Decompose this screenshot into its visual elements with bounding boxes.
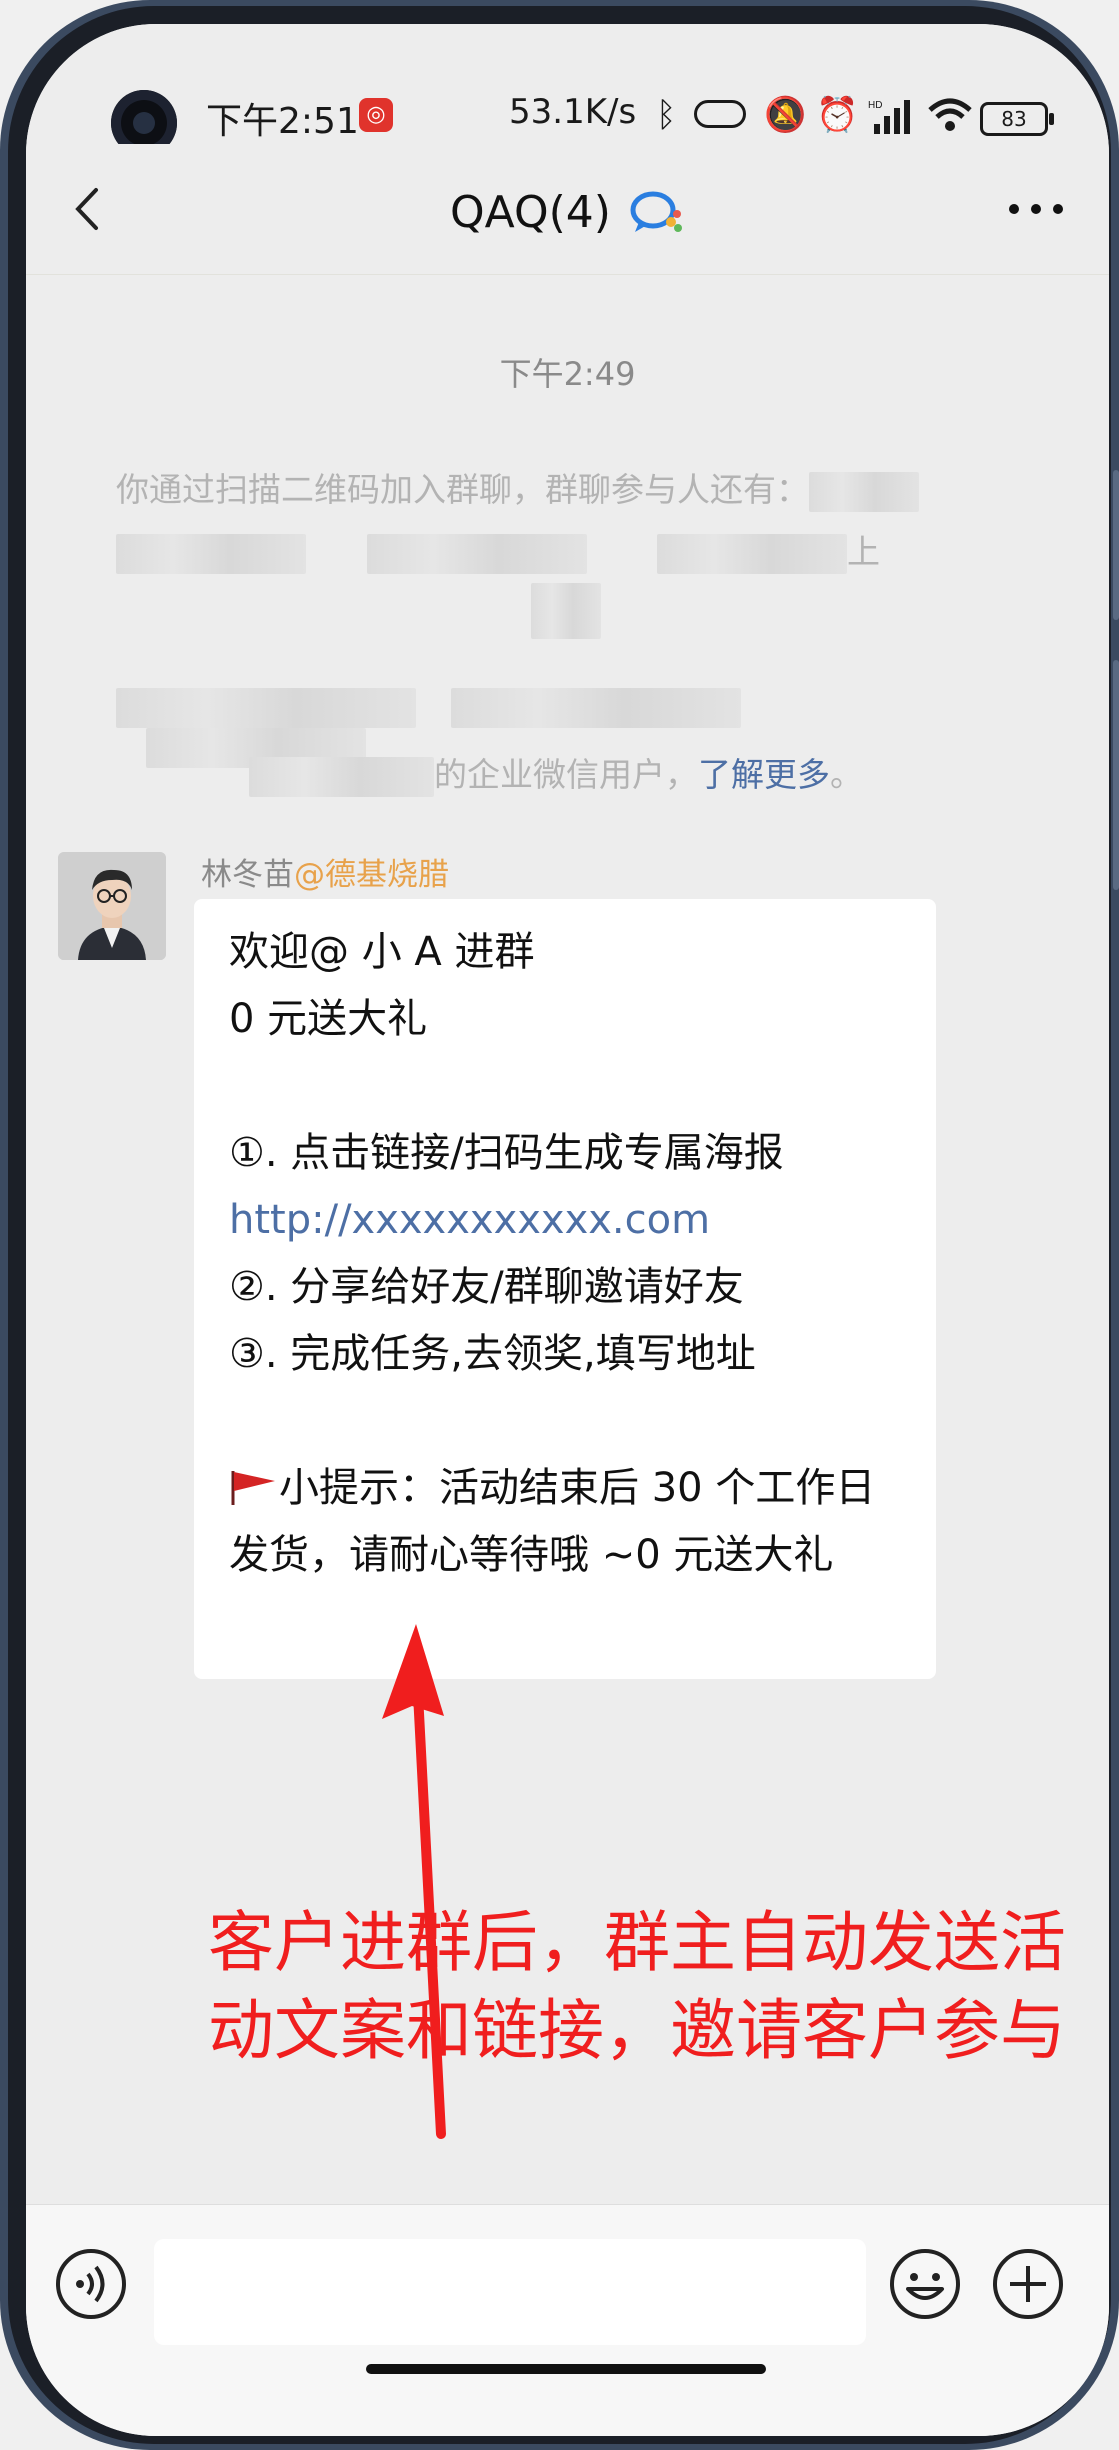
redacted-name [809, 471, 919, 512]
message-line: ③. 完成任务,去领奖,填写地址 [229, 1331, 756, 1377]
status-bar: 下午2:51 ◎ 53.1K/s ᛒ 🔕 ⏰ HD 83 [26, 24, 1109, 156]
avatar-image [58, 852, 166, 960]
system-message-text: 你通过扫描二维码加入群聊，群聊参与人还有： [116, 470, 809, 509]
screen: 下午2:51 ◎ 53.1K/s ᛒ 🔕 ⏰ HD 83 QAQ(4) 下午2:… [26, 24, 1109, 2436]
system-message-text: 的企业微信用户， [434, 755, 698, 794]
annotation-text: 客户进群后，群主自动发送活 动文案和链接，邀请客户参与 [208, 1899, 1088, 2075]
message-bubble[interactable]: 欢迎@ 小 A 进群 0 元送大礼 ①. 点击链接/扫码生成专属海报 http:… [194, 899, 936, 1679]
redacted-name [531, 583, 601, 639]
chat-title: QAQ(4) [450, 186, 611, 238]
volume-button [1113, 470, 1119, 620]
redacted-name [116, 533, 306, 574]
wecom-icon[interactable] [627, 186, 685, 238]
plus-icon[interactable] [991, 2247, 1065, 2321]
message-tip: 小提示：活动结束后 30 个工作日发货，请耐心等待哦 ~0 元送大礼 [229, 1465, 876, 1578]
bluetooth-icon: ᛒ [656, 95, 677, 135]
system-message-footer: 的企业微信用户，了解更多。 [116, 748, 996, 797]
emoji-icon[interactable] [888, 2247, 962, 2321]
redacted-name [366, 533, 587, 574]
status-time: 下午2:51 [206, 101, 359, 142]
message-text: 欢迎@ 小 A 进群 0 元送大礼 ①. 点击链接/扫码生成专属海报 http:… [229, 919, 909, 1589]
wifi-icon [928, 98, 972, 131]
alarm-icon: ⏰ [816, 95, 859, 135]
message-line: ②. 分享给好友/群聊邀请好友 [229, 1264, 744, 1310]
redacted-name [116, 688, 416, 728]
message-line: ①. 点击链接/扫码生成专属海报 [229, 1130, 784, 1176]
sender-corp: @德基烧腊 [294, 857, 449, 893]
home-indicator[interactable] [366, 2364, 766, 2374]
signal-icon: HD [868, 100, 910, 134]
network-speed: 53.1K/s [509, 92, 637, 132]
netease-music-icon: ◎ [359, 98, 393, 132]
message-timestamp: 下午2:49 [499, 355, 636, 393]
message-input[interactable] [154, 2239, 866, 2345]
chat-area[interactable]: 下午2:49 你通过扫描二维码加入群聊，群聊参与人还有： 上 的企业微信用户，了… [26, 274, 1109, 2204]
phone-frame: 下午2:51 ◎ 53.1K/s ᛒ 🔕 ⏰ HD 83 QAQ(4) 下午2:… [0, 0, 1119, 2450]
voice-icon[interactable] [54, 2247, 128, 2321]
message-link[interactable]: http://xxxxxxxxxxx.com [229, 1197, 710, 1243]
redacted-name [657, 533, 847, 574]
vibrate-icon [694, 100, 746, 128]
battery-icon: 83 [980, 102, 1054, 136]
more-icon[interactable] [1009, 200, 1069, 216]
system-message: 你通过扫描二维码加入群聊，群聊参与人还有： 上 [116, 459, 996, 645]
input-bar [26, 2204, 1109, 2436]
chat-header: QAQ(4) [26, 144, 1109, 275]
system-message-period: 。 [830, 755, 863, 794]
phone-bezel: 下午2:51 ◎ 53.1K/s ᛒ 🔕 ⏰ HD 83 QAQ(4) 下午2:… [8, 6, 1111, 2444]
message-line: 0 元送大礼 [229, 996, 428, 1042]
sender-label: 林冬苗@德基烧腊 [201, 849, 449, 894]
annotation-arrow [382, 1624, 446, 2139]
mute-icon: 🔕 [764, 95, 807, 135]
redacted-name [451, 688, 742, 728]
message-line: 欢迎@ 小 A 进群 [229, 929, 535, 975]
avatar[interactable] [58, 852, 166, 960]
redacted-name [249, 756, 434, 797]
power-button [1113, 660, 1119, 890]
sender-name: 林冬苗 [201, 857, 294, 893]
system-message-text: 上 [847, 532, 880, 571]
chat-title-area: QAQ(4) [26, 186, 1109, 238]
annotation-line: 动文案和链接，邀请客户参与 [208, 1992, 1066, 2069]
annotation-line: 客户进群后，群主自动发送活 [208, 1904, 1066, 1981]
svg-text:HD: HD [868, 100, 882, 111]
learn-more-link[interactable]: 了解更多 [698, 755, 830, 794]
flag-icon [231, 1471, 275, 1505]
